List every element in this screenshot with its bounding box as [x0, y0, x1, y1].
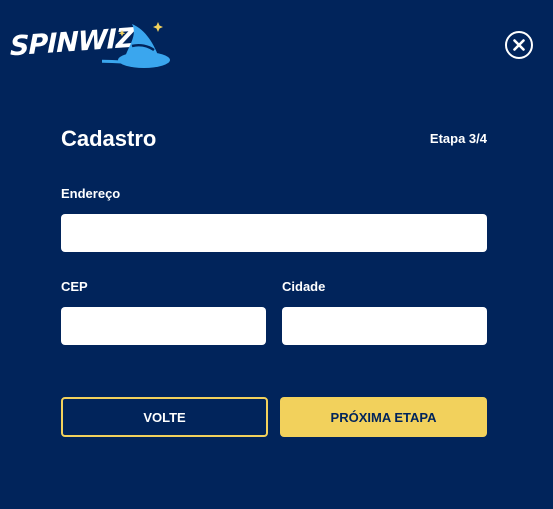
zip-input[interactable]: [61, 307, 266, 345]
city-input[interactable]: [282, 307, 487, 345]
close-icon: [513, 39, 525, 51]
back-button-label: VOLTE: [143, 409, 186, 425]
city-label: Cidade: [282, 279, 326, 294]
zip-label: CEP: [61, 279, 88, 294]
next-step-button-label: PRÓXIMA ETAPA: [330, 409, 437, 425]
spinwiz-logo: SPINWIZ: [10, 16, 170, 74]
registration-modal: SPINWIZ Cadastro Etapa 3/4 Endereço CEP …: [0, 0, 553, 509]
next-step-button[interactable]: PRÓXIMA ETAPA: [280, 397, 487, 437]
address-input[interactable]: [61, 214, 487, 252]
wizard-hat-icon: [102, 22, 170, 68]
address-label: Endereço: [61, 186, 121, 201]
back-button[interactable]: VOLTE: [61, 397, 268, 437]
step-indicator: Etapa 3/4: [429, 131, 487, 146]
form-title: Cadastro: [61, 126, 157, 151]
close-button[interactable]: [505, 31, 533, 59]
